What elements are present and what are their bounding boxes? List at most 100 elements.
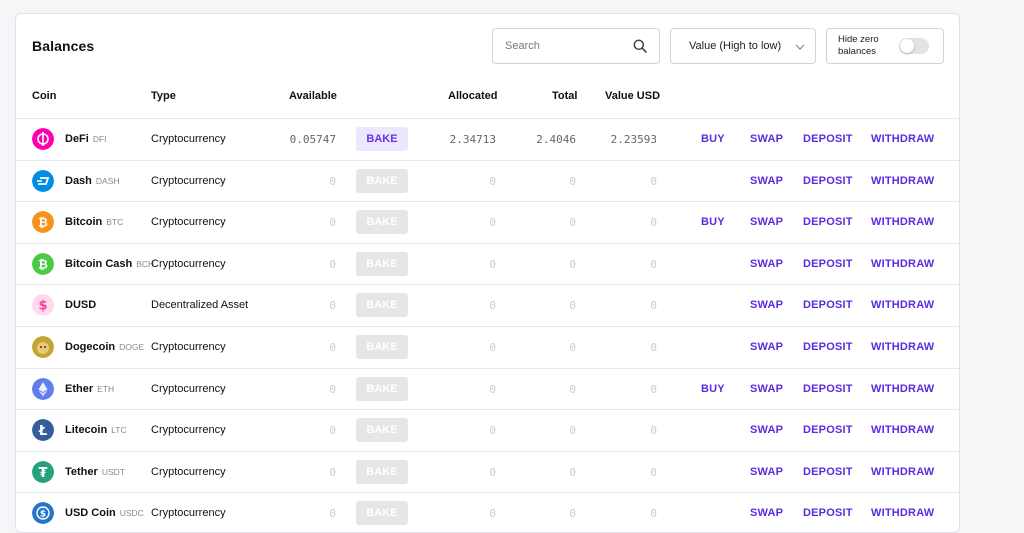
allocated-value: 0: [489, 382, 496, 396]
available-value: 0: [329, 341, 336, 354]
coin-name: Bitcoin Cash BCH: [65, 258, 154, 270]
value-usd: 0: [650, 382, 657, 396]
bake-button[interactable]: BAKE: [356, 127, 408, 151]
sort-select-value: Value (High to low): [689, 40, 782, 52]
swap-button[interactable]: SWAP: [750, 383, 783, 395]
available-value: 0.05747: [289, 133, 336, 146]
hide-zero-balances-control[interactable]: Hide zero balances: [826, 28, 944, 64]
deposit-button[interactable]: DEPOSIT: [803, 341, 853, 353]
coin-name: Dogecoin DOGE: [65, 341, 144, 353]
balances-card: Balances Value (High to low) Hide zero b…: [15, 13, 960, 533]
bake-button[interactable]: BAKE: [356, 168, 408, 193]
table-row: $ DUSD Decentralized Asset 0 BAKE 0 0 0 …: [16, 284, 959, 326]
dash-icon: [32, 169, 54, 192]
bitcoin-icon: ₿: [32, 211, 54, 234]
deposit-button[interactable]: DEPOSIT: [803, 258, 853, 270]
chevron-down-icon: [795, 44, 805, 50]
swap-button[interactable]: SWAP: [750, 258, 783, 270]
deposit-button[interactable]: DEPOSIT: [803, 507, 853, 519]
value-usd: 0: [650, 341, 657, 354]
withdraw-button[interactable]: WITHDRAW: [871, 299, 934, 311]
deposit-button[interactable]: DEPOSIT: [803, 466, 853, 478]
withdraw-button[interactable]: WITHDRAW: [871, 258, 934, 270]
bake-button[interactable]: BAKE: [356, 418, 408, 443]
column-header-type[interactable]: Type: [151, 90, 176, 102]
coin-type: Cryptocurrency: [151, 424, 226, 437]
coin-label: DUSD: [65, 299, 97, 312]
withdraw-button[interactable]: WITHDRAW: [871, 383, 934, 395]
coin-name: DUSD: [65, 299, 100, 311]
deposit-button[interactable]: DEPOSIT: [803, 216, 853, 228]
swap-button[interactable]: SWAP: [750, 175, 783, 187]
usd-coin-icon: $: [32, 502, 54, 525]
coin-name: Dash DASH: [65, 175, 120, 187]
search-input[interactable]: [505, 40, 625, 52]
buy-button[interactable]: BUY: [701, 216, 725, 228]
column-header-total[interactable]: Total: [552, 90, 577, 102]
total-value: 0: [569, 257, 576, 271]
bake-button[interactable]: BAKE: [356, 459, 408, 484]
coin-name: Litecoin LTC: [65, 424, 127, 436]
table-row: ₮ Tether USDT Cryptocurrency 0 BAKE 0 0 0…: [16, 450, 959, 493]
available-value: 0: [329, 257, 336, 271]
svg-text:₮: ₮: [38, 466, 47, 481]
swap-button[interactable]: SWAP: [750, 216, 783, 228]
total-value: 2.4046: [536, 133, 576, 146]
column-header-allocated[interactable]: Allocated: [448, 90, 498, 102]
available-value: 0: [329, 465, 336, 479]
withdraw-button[interactable]: WITHDRAW: [871, 424, 934, 436]
swap-button[interactable]: SWAP: [750, 466, 783, 478]
bake-button[interactable]: BAKE: [356, 335, 408, 359]
coin-label: Litecoin: [65, 424, 108, 437]
allocated-value: 0: [489, 216, 496, 230]
allocated-value: 0: [489, 257, 496, 271]
deposit-button[interactable]: DEPOSIT: [803, 299, 853, 311]
withdraw-button[interactable]: WITHDRAW: [871, 175, 934, 187]
coin-name: DeFi DFI: [65, 133, 107, 145]
deposit-button[interactable]: DEPOSIT: [803, 424, 853, 436]
column-header-value-usd[interactable]: Value USD: [605, 90, 660, 102]
total-value: 0: [569, 299, 576, 313]
withdraw-button[interactable]: WITHDRAW: [871, 216, 934, 228]
withdraw-button[interactable]: WITHDRAW: [871, 507, 934, 519]
column-header-coin[interactable]: Coin: [32, 90, 56, 102]
withdraw-button[interactable]: WITHDRAW: [871, 133, 934, 145]
coin-ticker: ETH: [97, 383, 115, 394]
deposit-button[interactable]: DEPOSIT: [803, 175, 853, 187]
coin-type: Cryptocurrency: [151, 257, 226, 270]
value-usd: 0: [650, 174, 657, 188]
withdraw-button[interactable]: WITHDRAW: [871, 466, 934, 478]
swap-button[interactable]: SWAP: [750, 133, 783, 145]
swap-button[interactable]: SWAP: [750, 507, 783, 519]
coin-type: Cryptocurrency: [151, 133, 226, 145]
bake-button[interactable]: BAKE: [356, 251, 408, 276]
available-value: 0: [329, 174, 336, 188]
coin-name: Bitcoin BTC: [65, 216, 123, 228]
search-box[interactable]: [492, 28, 660, 64]
hide-zero-toggle[interactable]: [899, 38, 929, 54]
coin-label: DeFi: [65, 133, 89, 145]
deposit-button[interactable]: DEPOSIT: [803, 383, 853, 395]
deposit-button[interactable]: DEPOSIT: [803, 133, 853, 145]
coin-label: Ether: [65, 382, 94, 395]
litecoin-icon: Ł: [32, 419, 54, 442]
swap-button[interactable]: SWAP: [750, 341, 783, 353]
bake-button[interactable]: BAKE: [356, 501, 408, 526]
bake-button[interactable]: BAKE: [356, 376, 408, 401]
buy-button[interactable]: BUY: [701, 383, 725, 395]
coin-type: Cryptocurrency: [151, 341, 226, 353]
table-row: Ether ETH Cryptocurrency 0 BAKE 0 0 0 BUY…: [16, 367, 959, 410]
swap-button[interactable]: SWAP: [750, 424, 783, 436]
bake-button[interactable]: BAKE: [356, 210, 408, 235]
table-row: ₿ Bitcoin BTC Cryptocurrency 0 BAKE 0 0 0…: [16, 201, 959, 243]
search-icon[interactable]: [633, 39, 647, 53]
bake-button[interactable]: BAKE: [356, 293, 408, 318]
buy-button[interactable]: BUY: [701, 133, 725, 145]
sort-select[interactable]: Value (High to low): [670, 28, 816, 64]
coin-label: Bitcoin: [65, 216, 103, 229]
column-header-available[interactable]: Available: [289, 90, 337, 102]
allocated-value: 0: [489, 174, 496, 188]
coin-type: Decentralized Asset: [151, 299, 249, 312]
withdraw-button[interactable]: WITHDRAW: [871, 341, 934, 353]
swap-button[interactable]: SWAP: [750, 299, 783, 311]
